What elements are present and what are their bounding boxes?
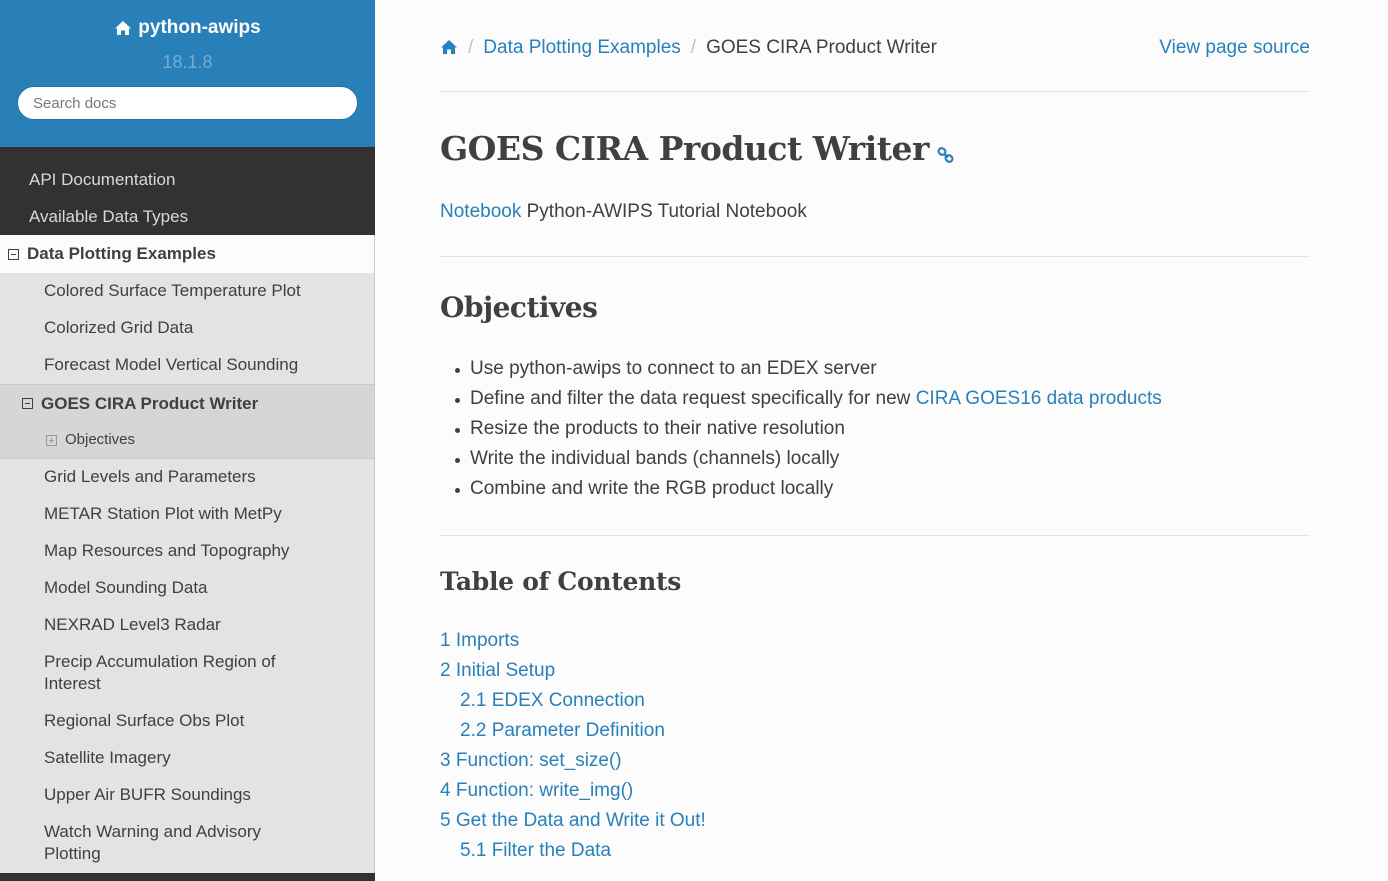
toc-link[interactable]: 3 Function: set_size() xyxy=(440,746,1310,776)
permalink-link[interactable] xyxy=(937,146,955,164)
sidebar-subitem[interactable]: METAR Station Plot with MetPy xyxy=(0,496,374,533)
divider xyxy=(440,256,1310,257)
sidebar-subitem[interactable]: Forecast Model Vertical Sounding xyxy=(0,347,374,384)
toc-link[interactable]: 2.1 EDEX Connection xyxy=(440,686,1310,716)
sidebar-item-label: Data Plotting Examples xyxy=(27,244,216,263)
main-content: / Data Plotting Examples / GOES CIRA Pro… xyxy=(440,0,1310,866)
sidebar-subitem-objectives[interactable]: Objectives xyxy=(0,422,374,459)
sidebar-menu: API Documentation Available Data Types D… xyxy=(0,161,375,873)
sidebar-item-available-data-types[interactable]: Available Data Types xyxy=(0,198,375,235)
list-item: Combine and write the RGB product locall… xyxy=(452,474,1310,504)
cira-goes16-link[interactable]: CIRA GOES16 data products xyxy=(916,388,1162,409)
toc-link[interactable]: 4 Function: write_img() xyxy=(440,776,1310,806)
breadcrumb: / Data Plotting Examples / GOES CIRA Pro… xyxy=(440,0,1310,92)
collapse-icon[interactable] xyxy=(8,248,19,260)
sidebar-subitem[interactable]: Grid Levels and Parameters xyxy=(0,459,374,496)
home-icon xyxy=(441,40,457,54)
sidebar-header: python-awips 18.1.8 xyxy=(0,0,375,147)
list-item: Define and filter the data request speci… xyxy=(452,384,1310,414)
sidebar-subitem[interactable]: Upper Air BUFR Soundings xyxy=(0,777,374,814)
breadcrumb-separator: / xyxy=(468,37,474,58)
link-icon xyxy=(937,146,954,163)
version: 18.1.8 xyxy=(162,52,213,72)
breadcrumb-current: GOES CIRA Product Writer xyxy=(706,37,937,58)
list-item-text: Write the individual bands (channels) lo… xyxy=(470,448,840,469)
breadcrumb-home-link[interactable] xyxy=(440,39,458,55)
sidebar-subitem[interactable]: Satellite Imagery xyxy=(0,740,374,777)
list-item-text: Define and filter the data request speci… xyxy=(470,388,916,409)
sidebar: python-awips 18.1.8 API Documentation Av… xyxy=(0,0,375,881)
notebook-text: Python-AWIPS Tutorial Notebook xyxy=(521,201,807,222)
project-home-link[interactable]: python-awips xyxy=(114,17,261,39)
sidebar-item-api-documentation[interactable]: API Documentation xyxy=(0,161,375,198)
expand-icon[interactable] xyxy=(46,434,57,446)
toc-link[interactable]: 5 Get the Data and Write it Out! xyxy=(440,806,1310,836)
sidebar-subitem[interactable]: Colored Surface Temperature Plot xyxy=(0,273,374,310)
page-title: GOES CIRA Product Writer xyxy=(440,129,929,168)
objectives-list: Use python-awips to connect to an EDEX s… xyxy=(440,354,1310,504)
sidebar-subitem[interactable]: Model Sounding Data xyxy=(0,570,374,607)
list-item: Write the individual bands (channels) lo… xyxy=(452,444,1310,474)
page-title-row: GOES CIRA Product Writer xyxy=(440,129,1310,168)
sidebar-item-data-plotting-examples[interactable]: Data Plotting Examples xyxy=(0,235,375,273)
home-icon xyxy=(115,21,132,35)
list-item-text: Combine and write the RGB product locall… xyxy=(470,478,834,499)
notebook-link[interactable]: Notebook xyxy=(440,201,521,222)
breadcrumb-parent-link[interactable]: Data Plotting Examples xyxy=(483,37,681,59)
divider xyxy=(440,535,1310,536)
project-name: python-awips xyxy=(138,17,261,38)
list-item: Resize the products to their native reso… xyxy=(452,414,1310,444)
breadcrumb-separator: / xyxy=(690,37,697,58)
toc-link[interactable]: 5.1 Filter the Data xyxy=(440,836,1310,866)
sidebar-subitem[interactable]: Colorized Grid Data xyxy=(0,310,374,347)
toc-link[interactable]: 1 Imports xyxy=(440,626,1310,656)
list-item-text: Resize the products to their native reso… xyxy=(470,418,845,439)
objectives-heading: Objectives xyxy=(440,291,598,324)
sidebar-subitem[interactable]: Watch Warning and Advisory Plotting xyxy=(0,814,374,873)
toc-heading: Table of Contents xyxy=(440,567,682,596)
sidebar-item-label: GOES CIRA Product Writer xyxy=(41,394,259,413)
sidebar-subitem[interactable]: Map Resources and Topography xyxy=(0,533,374,570)
toc-link[interactable]: 2.2 Parameter Definition xyxy=(440,716,1310,746)
toc-link[interactable]: 2 Initial Setup xyxy=(440,656,1310,686)
table-of-contents: 1 Imports 2 Initial Setup 2.1 EDEX Conne… xyxy=(440,626,1310,866)
sidebar-subitem[interactable]: NEXRAD Level3 Radar xyxy=(0,607,374,644)
page-scrollbar[interactable] xyxy=(1378,0,1388,881)
search-input[interactable] xyxy=(17,86,358,120)
sidebar-subitem-current[interactable]: GOES CIRA Product Writer xyxy=(0,384,374,422)
sidebar-submenu: Colored Surface Temperature Plot Coloriz… xyxy=(0,273,375,873)
sidebar-subitem[interactable]: Regional Surface Obs Plot xyxy=(0,703,374,740)
collapse-icon[interactable] xyxy=(22,398,33,409)
sidebar-subitem[interactable]: Precip Accumulation Region of Interest xyxy=(0,644,374,703)
notebook-line: Notebook Python-AWIPS Tutorial Notebook xyxy=(440,201,1310,223)
list-item: Use python-awips to connect to an EDEX s… xyxy=(452,354,1310,384)
view-page-source-link[interactable]: View page source xyxy=(1159,37,1310,59)
sidebar-footer xyxy=(0,875,375,881)
sidebar-item-label: Objectives xyxy=(65,431,136,448)
list-item-text: Use python-awips to connect to an EDEX s… xyxy=(470,358,877,379)
